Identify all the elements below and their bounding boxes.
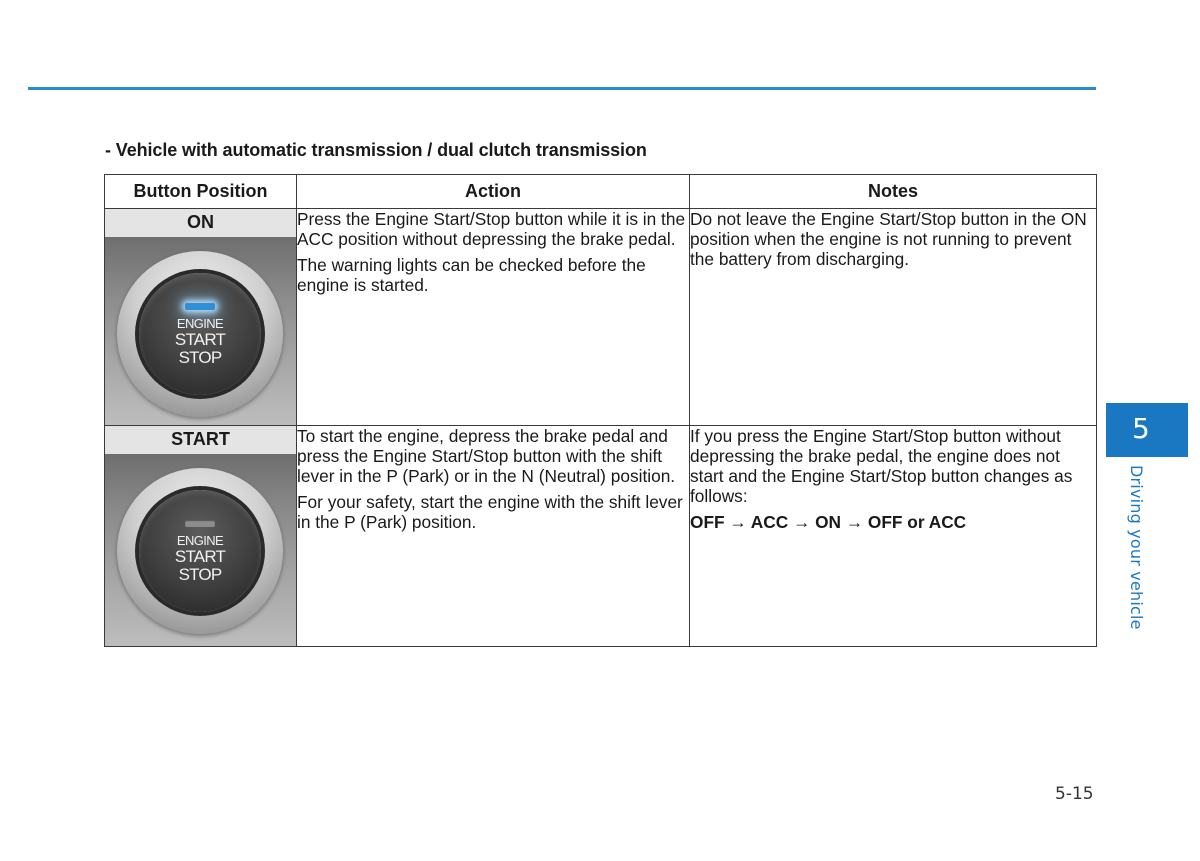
chapter-tab: 5 (1106, 403, 1188, 457)
action-cell: Press the Engine Start/Stop button while… (296, 208, 690, 426)
engraving-stop: STOP (178, 565, 223, 584)
button-bezel: ENGINE START STOP (117, 468, 283, 634)
chapter-number: 5 (1132, 412, 1150, 445)
engraving-start: START (174, 330, 226, 349)
button-engraving: ENGINE START STOP (139, 317, 261, 366)
table-row: ON ENGINE START STOP Press the Engine St… (104, 208, 1097, 426)
engine-start-stop-button-image: ENGINE START STOP (105, 237, 296, 425)
position-cell: ON ENGINE START STOP (104, 208, 297, 426)
button-face: ENGINE START STOP (139, 273, 261, 395)
indicator-light-icon (185, 520, 215, 527)
header-rule (28, 87, 1096, 90)
chapter-title: Driving your vehicle (1126, 465, 1148, 630)
engraving-start: START (174, 547, 226, 566)
header-button-position: Button Position (104, 174, 297, 209)
chapter-title-text: Driving your vehicle (1127, 465, 1146, 630)
header-notes: Notes (689, 174, 1097, 209)
notes-cell: Do not leave the Engine Start/Stop butto… (689, 208, 1097, 426)
action-text: To start the engine, depress the brake p… (297, 426, 676, 486)
button-position-table: Button Position Action Notes ON ENGINE S… (104, 174, 1097, 647)
state-sequence: OFF → ACC → ON → OFF or ACC (690, 512, 967, 532)
engraving-engine: ENGINE (176, 533, 224, 548)
button-engraving: ENGINE START STOP (139, 534, 261, 583)
action-cell: To start the engine, depress the brake p… (296, 425, 690, 647)
action-text: The warning lights can be checked before… (297, 255, 646, 295)
page-number: 5-15 (1055, 784, 1094, 804)
notes-text: If you press the Engine Start/Stop butto… (690, 426, 1073, 506)
button-bezel: ENGINE START STOP (117, 251, 283, 417)
action-text: Press the Engine Start/Stop button while… (297, 209, 686, 249)
position-label: START (105, 426, 296, 454)
position-label: ON (105, 209, 296, 237)
position-cell: START ENGINE START STOP (104, 425, 297, 647)
notes-text: Do not leave the Engine Start/Stop butto… (690, 209, 1087, 269)
table-header-row: Button Position Action Notes (104, 174, 1097, 209)
engraving-stop: STOP (178, 348, 223, 367)
indicator-light-icon (185, 303, 215, 310)
engraving-engine: ENGINE (176, 316, 224, 331)
action-text: For your safety, start the engine with t… (297, 492, 683, 532)
header-action: Action (296, 174, 690, 209)
section-heading: - Vehicle with automatic transmission / … (105, 140, 647, 160)
button-face: ENGINE START STOP (139, 490, 261, 612)
notes-cell: If you press the Engine Start/Stop butto… (689, 425, 1097, 647)
engine-start-stop-button-image: ENGINE START STOP (105, 454, 296, 646)
table-row: START ENGINE START STOP To start the eng… (104, 425, 1097, 647)
